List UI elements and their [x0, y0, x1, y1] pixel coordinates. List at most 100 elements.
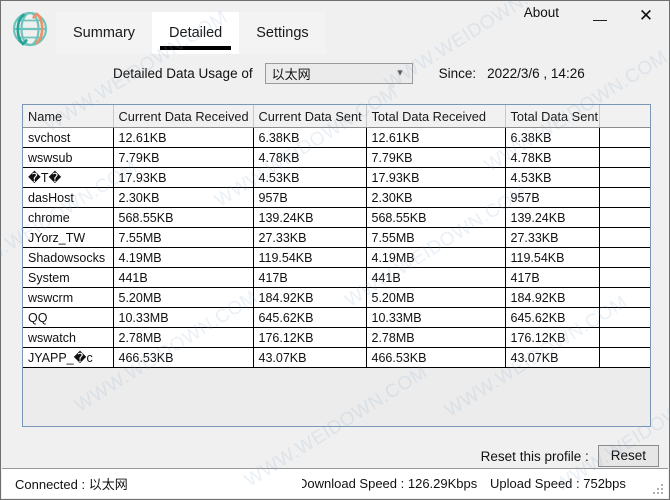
- table-header-row: Name Current Data Received Current Data …: [23, 105, 650, 128]
- cell-total-received: 7.79KB: [366, 147, 506, 168]
- about-button[interactable]: About: [524, 5, 559, 20]
- table-row[interactable]: QQ 10.33MB 645.62KB 10.33MB 645.62KB: [23, 307, 650, 328]
- table-row[interactable]: svchost 12.61KB 6.38KB 12.61KB 6.38KB: [23, 127, 650, 148]
- cell-total-received: 2.30KB: [366, 187, 506, 208]
- cell-name: �T�: [23, 167, 114, 188]
- cell-current-sent: 119.54KB: [253, 247, 367, 268]
- cell-current-received: 17.93KB: [113, 167, 254, 188]
- status-download-speed: Download Speed : 126.29Kbps: [302, 476, 478, 491]
- cell-total-sent: 43.07KB: [505, 347, 600, 368]
- tab-settings[interactable]: Settings: [239, 12, 326, 54]
- cell-total-sent: 27.33KB: [505, 227, 600, 248]
- tab-detailed-label: Detailed: [169, 25, 223, 41]
- tab-settings-label: Settings: [256, 25, 309, 41]
- table-row[interactable]: System 441B 417B 441B 417B: [23, 267, 650, 288]
- cell-total-received: 466.53KB: [366, 347, 506, 368]
- cell-current-sent: 176.12KB: [253, 327, 367, 348]
- column-header-spacer: [599, 105, 650, 128]
- column-header-total-sent[interactable]: Total Data Sent: [505, 105, 600, 128]
- table-row[interactable]: wswatch 2.78MB 176.12KB 2.78MB 176.12KB: [23, 327, 650, 348]
- adapter-select-value: 以太网: [271, 66, 311, 82]
- cell-total-sent: 4.78KB: [505, 147, 600, 168]
- column-header-current-sent[interactable]: Current Data Sent: [253, 105, 367, 128]
- cell-spacer: [599, 227, 650, 248]
- cell-current-sent: 645.62KB: [253, 307, 367, 328]
- table-row[interactable]: chrome 568.55KB 139.24KB 568.55KB 139.24KB: [23, 207, 650, 228]
- cell-spacer: [599, 147, 650, 168]
- cell-current-sent: 957B: [253, 187, 367, 208]
- cell-total-received: 10.33MB: [366, 307, 506, 328]
- cell-current-received: 2.78MB: [113, 327, 254, 348]
- status-bar: Connected : 以太网 Download Speed : 126.29K…: [2, 468, 668, 498]
- title-bar: Summary Detailed Settings About ✕: [1, 1, 669, 54]
- cell-current-received: 5.20MB: [113, 287, 254, 308]
- table-row[interactable]: Shadowsocks 4.19MB 119.54KB 4.19MB 119.54KB: [23, 247, 650, 268]
- cell-name: wswsub: [23, 147, 114, 168]
- cell-spacer: [599, 167, 650, 188]
- reset-button[interactable]: Reset: [597, 445, 659, 467]
- app-window: Summary Detailed Settings About ✕ Detail…: [0, 0, 670, 500]
- table-row[interactable]: JYAPP_�c 466.53KB 43.07KB 466.53KB 43.07KB: [23, 347, 650, 368]
- cell-spacer: [599, 127, 650, 148]
- cell-total-sent: 6.38KB: [505, 127, 600, 148]
- adapter-select[interactable]: 以太网 ▼: [264, 62, 413, 84]
- column-header-current-received[interactable]: Current Data Received: [113, 105, 254, 128]
- resize-grip-icon[interactable]: [653, 484, 665, 496]
- cell-total-received: 2.78MB: [366, 327, 506, 348]
- cell-name: Shadowsocks: [23, 247, 114, 268]
- since-label: Since:: [438, 65, 477, 81]
- column-header-total-received[interactable]: Total Data Received: [366, 105, 506, 128]
- cell-total-received: 12.61KB: [366, 127, 506, 148]
- cell-name: chrome: [23, 207, 114, 228]
- table-row[interactable]: dasHost 2.30KB 957B 2.30KB 957B: [23, 187, 650, 208]
- cell-current-sent: 27.33KB: [253, 227, 367, 248]
- cell-spacer: [599, 267, 650, 288]
- table-body: svchost 12.61KB 6.38KB 12.61KB 6.38KB wswsub 7…: [23, 127, 650, 368]
- table-row[interactable]: wswsub 7.79KB 4.78KB 7.79KB 4.78KB: [23, 147, 650, 168]
- table-row[interactable]: �T� 17.93KB 4.53KB 17.93KB 4.53KB: [23, 167, 650, 188]
- cell-name: wswatch: [23, 327, 114, 348]
- cell-total-sent: 139.24KB: [505, 207, 600, 228]
- cell-current-received: 7.55MB: [113, 227, 254, 248]
- cell-total-received: 7.55MB: [366, 227, 506, 248]
- cell-current-sent: 139.24KB: [253, 207, 367, 228]
- cell-name: dasHost: [23, 187, 114, 208]
- cell-total-received: 17.93KB: [366, 167, 506, 188]
- minimize-button[interactable]: [577, 1, 623, 31]
- cell-current-sent: 184.92KB: [253, 287, 367, 308]
- data-table-panel[interactable]: Name Current Data Received Current Data …: [22, 104, 651, 427]
- detail-title: Detailed Data Usage of: [113, 65, 253, 81]
- cell-current-sent: 6.38KB: [253, 127, 367, 148]
- cell-current-sent: 4.78KB: [253, 147, 367, 168]
- tab-summary[interactable]: Summary: [56, 12, 153, 54]
- column-header-name[interactable]: Name: [23, 105, 114, 128]
- table-row[interactable]: wswcrm 5.20MB 184.92KB 5.20MB 184.92KB: [23, 287, 650, 308]
- cell-spacer: [599, 187, 650, 208]
- reset-profile-label: Reset this profile :: [480, 448, 589, 464]
- cell-total-received: 5.20MB: [366, 287, 506, 308]
- cell-name: System: [23, 267, 114, 288]
- cell-current-sent: 43.07KB: [253, 347, 367, 368]
- cell-spacer: [599, 287, 650, 308]
- cell-total-sent: 417B: [505, 267, 600, 288]
- cell-total-sent: 957B: [505, 187, 600, 208]
- status-connected: Connected : 以太网: [15, 477, 128, 492]
- detail-toolbar: Detailed Data Usage of 以太网 ▼ Since: 2022…: [1, 54, 669, 92]
- status-upload-speed: Upload Speed : 752bps: [490, 476, 626, 491]
- minimize-icon: [593, 19, 607, 21]
- cell-current-received: 441B: [113, 267, 254, 288]
- tab-summary-label: Summary: [73, 25, 136, 41]
- data-table: Name Current Data Received Current Data …: [23, 105, 650, 368]
- cell-current-received: 2.30KB: [113, 187, 254, 208]
- table-row[interactable]: JYorz_TW 7.55MB 27.33KB 7.55MB 27.33KB: [23, 227, 650, 248]
- app-logo-globe-icon: [8, 7, 52, 51]
- tab-detailed[interactable]: Detailed: [152, 12, 240, 54]
- cell-total-sent: 645.62KB: [505, 307, 600, 328]
- about-label: About: [523, 5, 559, 20]
- cell-total-sent: 176.12KB: [505, 327, 600, 348]
- close-button[interactable]: ✕: [623, 1, 669, 31]
- cell-current-sent: 417B: [253, 267, 367, 288]
- since-value: 2022/3/6 , 14:26: [487, 65, 585, 81]
- reset-profile-row: Reset this profile : Reset: [481, 445, 659, 467]
- cell-spacer: [599, 247, 650, 268]
